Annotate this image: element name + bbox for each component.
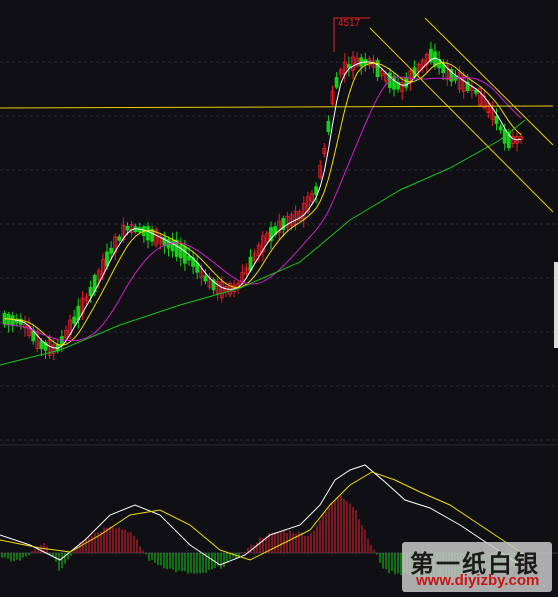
- candlestick-chart: 4517: [0, 17, 558, 583]
- candle-body: [375, 60, 380, 78]
- candle-body: [203, 275, 208, 282]
- candle-body: [474, 89, 478, 94]
- candle-body: [178, 244, 183, 259]
- candle-body: [404, 76, 409, 88]
- candle-body: [117, 236, 122, 241]
- price-grid: [0, 61, 558, 441]
- candle-body: [187, 255, 191, 261]
- channel-lower-line: [369, 27, 554, 213]
- candle-body: [182, 245, 187, 264]
- channel-upper-line: [424, 17, 554, 146]
- candle-body: [494, 115, 499, 125]
- candle-body: [88, 286, 93, 297]
- watermark: 第一纸白银 www.diyizby.com: [402, 542, 552, 592]
- peak-marker: 4517: [333, 17, 370, 52]
- candle-body: [334, 76, 339, 88]
- candle-body: [10, 315, 15, 326]
- candle-body: [39, 340, 44, 350]
- candle-body: [109, 247, 113, 254]
- candles-group: [2, 41, 523, 360]
- candle-body: [146, 226, 150, 241]
- candle-body: [498, 126, 503, 131]
- resistance-line: [0, 105, 554, 109]
- candle-body: [125, 225, 130, 231]
- scrollbar[interactable]: [554, 262, 558, 348]
- candle-body: [72, 316, 77, 324]
- peak-label: 4517: [338, 18, 361, 29]
- candle-body: [326, 120, 331, 132]
- candle-body: [346, 64, 351, 68]
- trend-lines: [0, 17, 554, 213]
- watermark-url: www.diyizby.com: [416, 572, 540, 589]
- candle-body: [105, 251, 109, 267]
